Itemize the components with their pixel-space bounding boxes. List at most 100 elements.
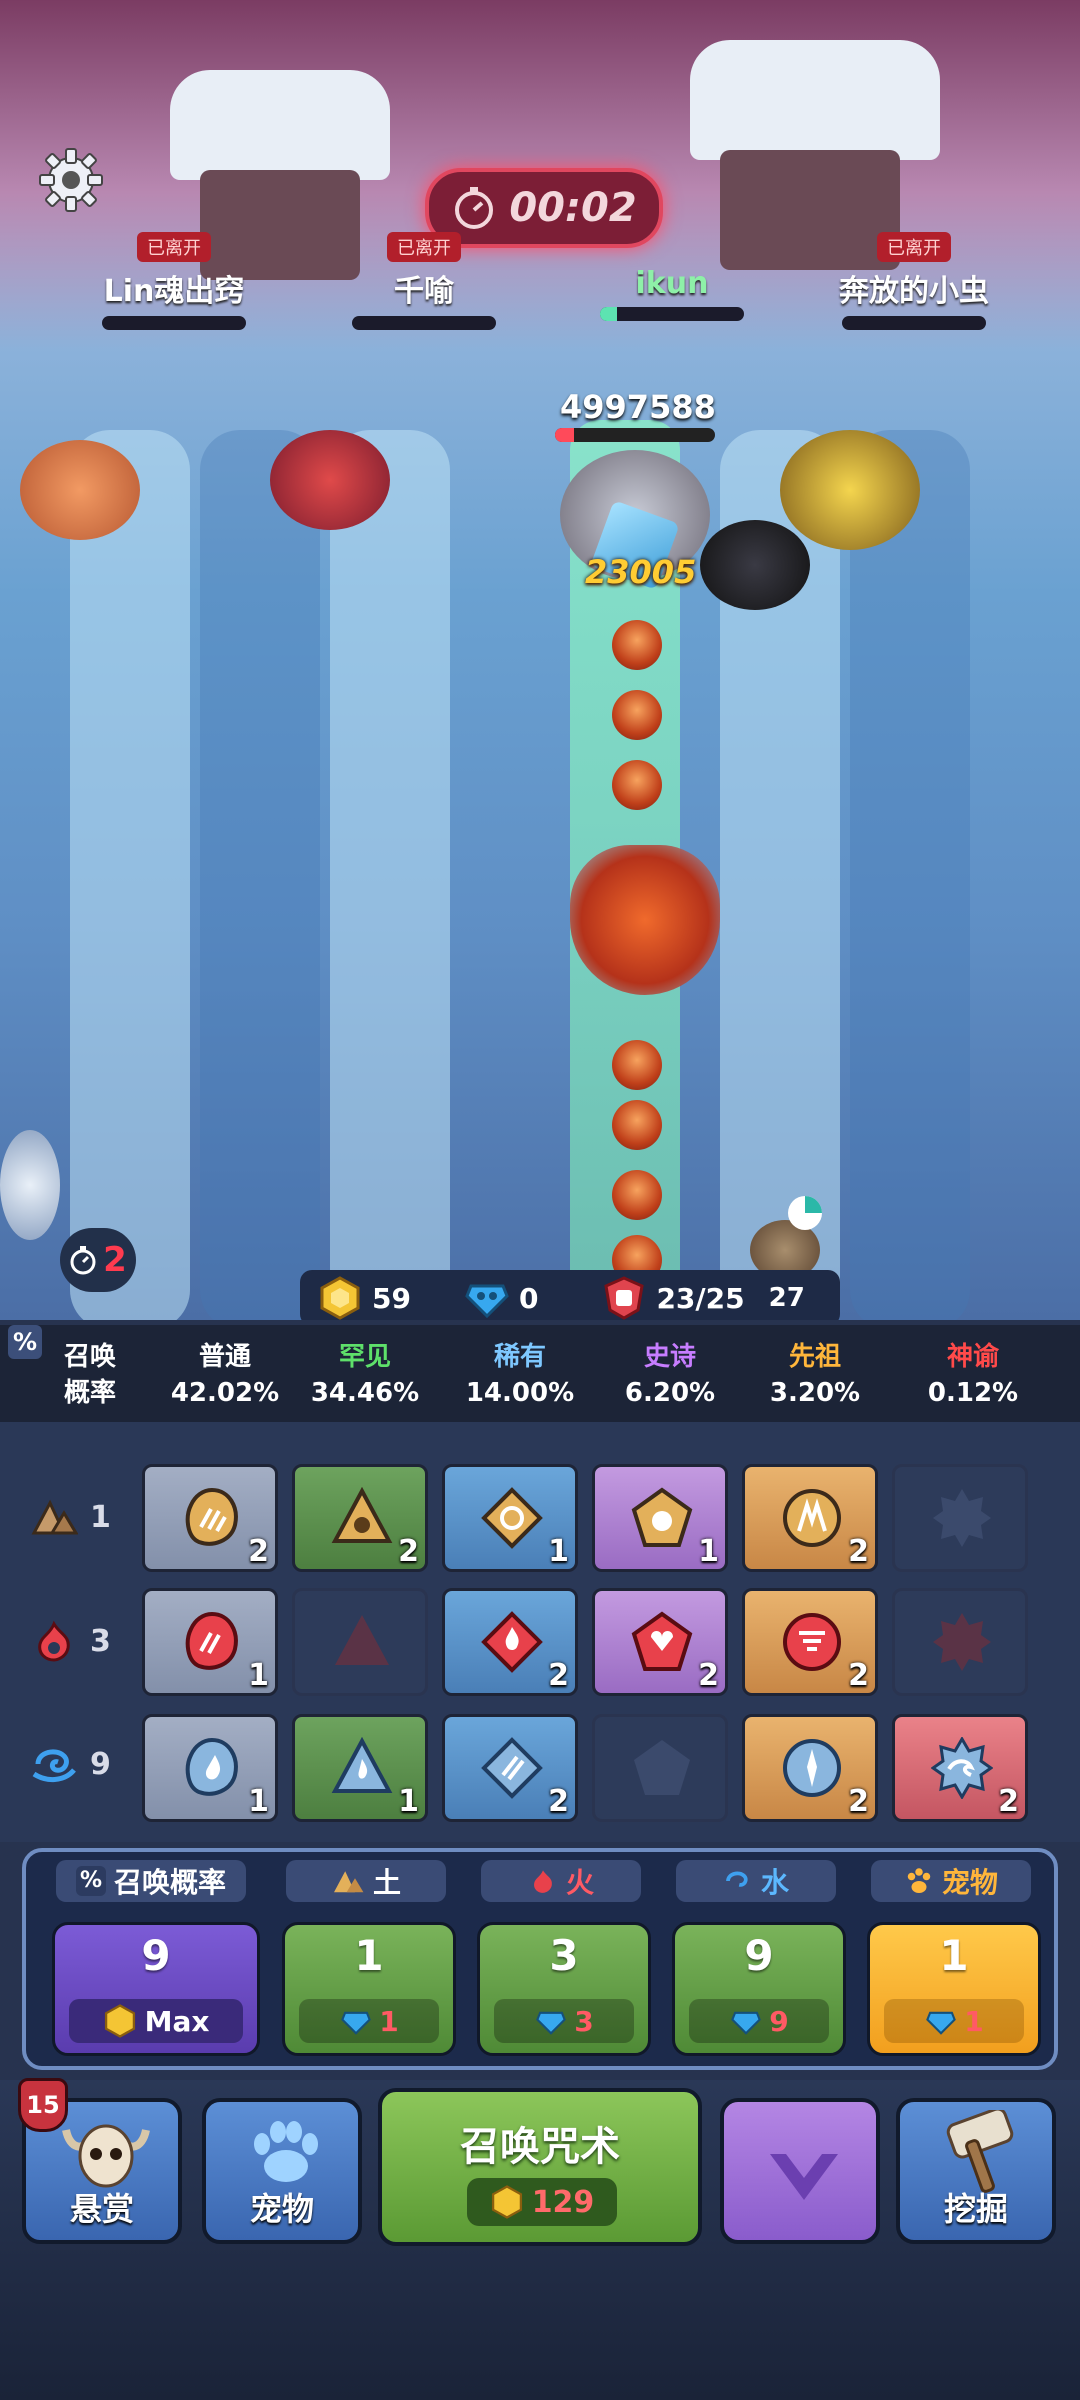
gem-resource: 0 [465,1276,538,1320]
gold-value: 59 [372,1281,411,1315]
rate-tier-name: 普通 [198,1342,251,1372]
summon-button[interactable]: 召唤咒术 129 [378,2088,702,2246]
timer-text: 00:02 [509,185,637,231]
hero-slot-fire-rare[interactable]: 2 [442,1588,578,1696]
enemy-monster [780,430,920,550]
blue-gem-icon [465,1284,509,1319]
fire-projectile [612,1040,662,1090]
player-slot-3: ikun [572,262,772,321]
summon-rate-label-line1: 召唤 [63,1342,116,1372]
summon-rate-strip: % 召唤 概率 普通 42.02% 罕见 34.46% 稀有 14.00% 史诗… [0,1325,1080,1422]
earth-star-locked-icon [933,1489,991,1547]
upgrade-summon-rate-button[interactable]: 9 Max [52,1922,260,2056]
earth-pentagon-badge-icon [631,1487,693,1547]
header-label: 水 [760,1866,789,1899]
hero-slot-fire-epic[interactable]: 2 [592,1588,728,1696]
upgrade-water-button[interactable]: 9 9 [672,1922,846,2056]
hero-count: 2 [548,1658,569,1693]
upgrade-level: 1 [939,1931,969,1980]
hero-slot-water-ancestral[interactable]: 2 [742,1714,878,1822]
paw-icon [907,1868,931,1893]
upgrade-cost: 3 [494,1999,634,2043]
fire-level: 3 [90,1623,111,1659]
row-label-earth: 1 [30,1497,111,1537]
hero-grid-panel: 1 3 9 2 2 1 1 2 1 2 2 2 1 1 2 2 2 [0,1422,1080,1842]
merge-button[interactable] [720,2098,880,2244]
fire-projectile [612,760,662,810]
header-water: 水 [676,1860,836,1902]
gem-value: 0 [518,1281,539,1315]
upgrade-pet-button[interactable]: 1 1 [867,1922,1041,2056]
hero-count: 2 [848,1784,869,1819]
player-name: 千喻 [394,274,454,309]
fire-triangle-locked-icon [335,1615,389,1665]
upgrade-fire-button[interactable]: 3 3 [477,1922,651,2056]
gold-hexagon-icon [491,2185,522,2219]
hero-slot-earth-uncommon[interactable]: 2 [292,1464,428,1572]
rate-tier-value: 34.46% [310,1378,420,1408]
hero-slot-earth-epic[interactable]: 1 [592,1464,728,1572]
hero-count: 2 [698,1658,719,1693]
water-swirl-icon [726,1871,748,1887]
player-hp-bar [102,316,246,330]
hero-slot-fire-oracle-locked[interactable] [892,1588,1028,1696]
player-slot-4: 已离开 奔放的小虫 [814,232,1014,330]
pet-button[interactable]: 宠物 [202,2098,362,2244]
rate-tier-name: 稀有 [493,1342,546,1372]
upgrade-cost-value: Max [144,2004,210,2038]
water-drop-badge-icon [185,1737,238,1796]
hero-slot-earth-rare[interactable]: 1 [442,1464,578,1572]
resource-bar: 59 0 23/25 27 [300,1270,840,1320]
hero-count: 1 [248,1784,269,1819]
lane [330,430,450,1320]
unit-cap-resource: 27 [769,1283,805,1313]
gold-hexagon-icon [104,2004,135,2038]
wave-count: 2 [103,1240,127,1280]
rate-tier-value: 6.20% [624,1378,716,1408]
water-pentagon-locked-icon [634,1740,690,1795]
rate-oracle: 神谕 0.12% [908,1339,1038,1411]
hero-slot-fire-common[interactable]: 1 [142,1588,278,1696]
header-pet: 宠物 [871,1860,1031,1902]
hero-slot-water-rare[interactable]: 2 [442,1714,578,1822]
hero-slot-fire-ancestral[interactable]: 2 [742,1588,878,1696]
hero-slot-water-common[interactable]: 1 [142,1714,278,1822]
rate-tier-value: 14.00% [465,1378,575,1408]
dig-button[interactable]: 挖掘 [896,2098,1056,2244]
unit-count-resource: 23/25 [602,1276,745,1320]
header-label: 土 [372,1866,401,1899]
hero-slot-fire-uncommon-locked[interactable] [292,1588,428,1696]
upgrade-level: 3 [549,1931,579,1980]
gear-icon[interactable] [36,145,106,215]
hero-count: 2 [548,1784,569,1819]
player-status-badge: 已离开 [387,232,461,262]
wave-counter: 2 [60,1228,136,1292]
blue-gem-icon [926,2011,957,2035]
rate-tier-name: 罕见 [338,1342,391,1372]
water-swirl-icon [32,1749,76,1782]
row-label-water: 9 [30,1744,111,1784]
upgrade-level: 1 [354,1931,384,1980]
hero-slot-water-uncommon[interactable]: 1 [292,1714,428,1822]
hero-slot-water-oracle[interactable]: 2 [892,1714,1028,1822]
rate-uncommon: 罕见 34.46% [300,1339,430,1411]
hero-slot-earth-common[interactable]: 2 [142,1464,278,1572]
player-slot-1: 已离开 Lin魂出窍 [74,232,274,330]
house-roof [690,40,940,160]
hero-slot-earth-oracle-locked[interactable] [892,1464,1028,1572]
bounty-badge: 15 [18,2078,68,2132]
yeti-monster [0,1130,60,1240]
rate-common: 普通 42.02% [160,1339,290,1411]
unit-cap-value: 27 [768,1283,805,1313]
upgrade-cost: Max [69,1999,243,2043]
water-circle-badge-icon [783,1739,841,1797]
water-star-badge-icon [931,1737,993,1799]
player-hp-bar [842,316,986,330]
hero-slot-water-epic-locked[interactable] [592,1714,728,1822]
upgrade-level: 9 [141,1931,171,1980]
upgrade-earth-button[interactable]: 1 1 [282,1922,456,2056]
stopwatch-icon [70,1246,96,1275]
house-roof [170,70,390,180]
hero-slot-earth-ancestral[interactable]: 2 [742,1464,878,1572]
upgrade-level: 9 [744,1931,774,1980]
